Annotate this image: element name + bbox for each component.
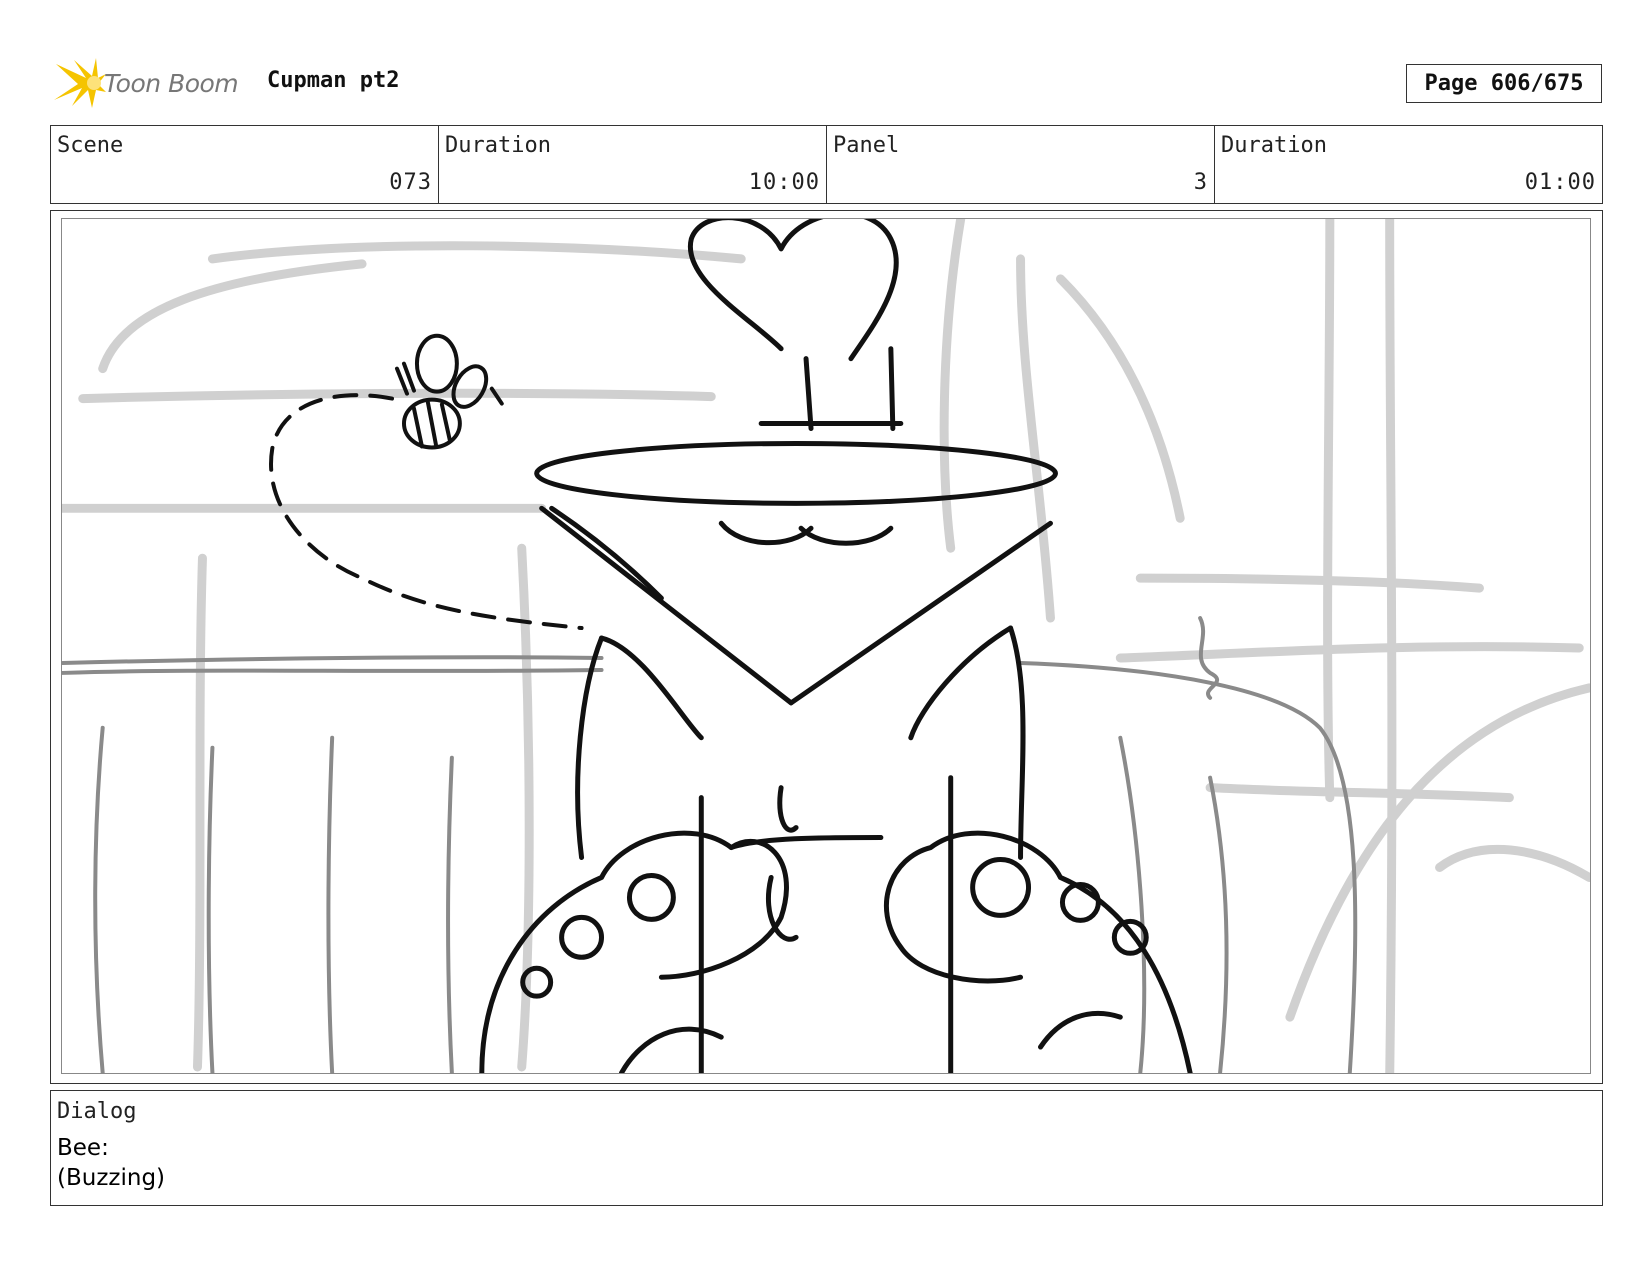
panel-drawing-area <box>61 218 1591 1074</box>
scene-value: 073 <box>389 170 432 195</box>
dialog-label: Dialog <box>57 1099 137 1124</box>
dialog-text: Bee: (Buzzing) <box>57 1133 165 1193</box>
page-indicator: Page 606/675 <box>1406 64 1602 103</box>
panel-duration-label: Duration <box>1221 133 1327 158</box>
dialog-line-action: (Buzzing) <box>57 1165 166 1191</box>
scene-label: Scene <box>57 133 124 158</box>
storyboard-panel <box>50 210 1603 1084</box>
background-sketch <box>62 219 1590 1073</box>
project-title: Cupman pt2 <box>267 68 400 93</box>
scene-cell: Scene 073 <box>51 126 439 203</box>
panel-cell: Panel 3 <box>827 126 1215 203</box>
panel-duration-value: 01:00 <box>1524 170 1596 195</box>
scene-duration-label: Duration <box>445 133 551 158</box>
panel-duration-cell: Duration 01:00 <box>1215 126 1602 203</box>
starburst-icon <box>54 58 106 108</box>
panel-value: 3 <box>1193 170 1208 195</box>
scene-duration-value: 10:00 <box>748 170 820 195</box>
brand-name: Toon Boom <box>104 68 239 98</box>
scene-duration-cell: Duration 10:00 <box>439 126 827 203</box>
couch-sketch <box>62 616 1358 1073</box>
panel-label: Panel <box>833 133 900 158</box>
toon-boom-logo: Toon Boom <box>52 56 252 110</box>
storyboard-sketch <box>62 219 1590 1073</box>
dialog-box: Dialog Bee: (Buzzing) <box>50 1090 1603 1206</box>
panel-info-row: Scene 073 Duration 10:00 Panel 3 Duratio… <box>50 125 1603 204</box>
cupman-drawing <box>479 219 1193 1073</box>
dialog-line-speaker: Bee: <box>57 1135 109 1161</box>
